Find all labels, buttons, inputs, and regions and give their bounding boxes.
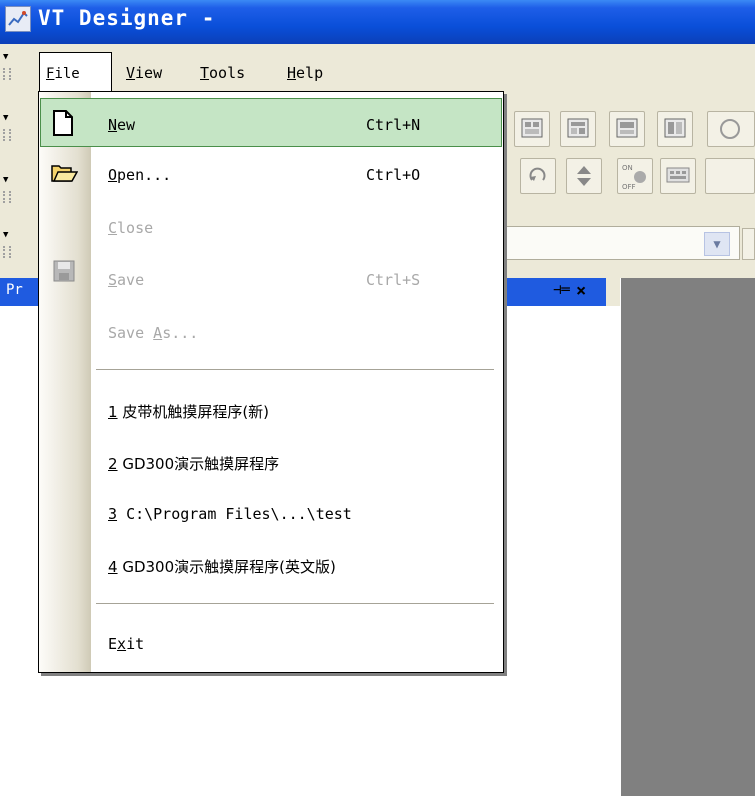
menu-tools[interactable]: Tools — [200, 55, 245, 91]
menu-item-label: New — [108, 116, 136, 134]
menu-item-shortcut: Ctrl+N — [366, 116, 421, 134]
app-icon[interactable] — [5, 6, 31, 32]
svg-text:OFF: OFF — [622, 183, 636, 191]
on-off-switch-icon[interactable]: ON OFF — [617, 158, 653, 194]
toolbar-grip[interactable]: ▼ — [2, 230, 12, 266]
screen-tool-icon[interactable] — [514, 111, 550, 147]
menu-separator — [96, 369, 494, 370]
toolbar-grip[interactable]: ▼ — [2, 175, 12, 211]
menu-separator — [96, 603, 494, 604]
menu-item-label: Save As... — [108, 324, 199, 342]
chevron-down-icon[interactable]: ▼ — [704, 232, 730, 256]
menu-item-label: Save — [108, 271, 145, 289]
menu-item-shortcut: Ctrl+S — [366, 271, 421, 289]
panel-title: Pr — [6, 282, 23, 298]
keypad-icon[interactable] — [660, 158, 696, 194]
menu-view[interactable]: View — [126, 55, 162, 91]
menu-item-label: Close — [108, 219, 154, 237]
screen-tool-icon[interactable] — [609, 111, 645, 147]
menu-bar — [0, 44, 755, 90]
menu-item-label: 3 C:\Program Files\...\test — [108, 505, 352, 523]
toolbar-grip[interactable]: ▼ — [2, 113, 12, 149]
screen-tool-icon[interactable] — [560, 111, 596, 147]
menu-item-label: 1 皮带机触摸屏程序(新) — [108, 403, 270, 421]
open-folder-icon — [50, 161, 79, 189]
rotate-icon[interactable] — [520, 158, 556, 194]
menu-item-shortcut: Ctrl+O — [366, 166, 421, 184]
menu-file[interactable]: File — [39, 52, 112, 92]
window-title: VT Designer - — [38, 6, 216, 30]
menu-item-label: Exit — [108, 635, 145, 653]
toolbar-grip[interactable]: ▼ — [2, 52, 12, 88]
new-document-icon — [52, 110, 74, 140]
svg-text:ON: ON — [622, 164, 633, 172]
close-icon[interactable]: × — [576, 281, 586, 301]
save-disk-icon — [53, 260, 75, 286]
screen-tool-icon[interactable] — [657, 111, 693, 147]
work-area — [620, 278, 755, 796]
up-down-icon[interactable] — [566, 158, 602, 194]
pin-icon[interactable]: ⊣═ — [553, 282, 570, 298]
menu-help[interactable]: Help — [287, 55, 323, 91]
menu-file-label: File — [46, 66, 80, 82]
tool-icon[interactable] — [705, 158, 755, 194]
menu-item-label: 4 GD300演示触摸屏程序(英文版) — [108, 558, 336, 576]
tool-icon[interactable] — [707, 111, 755, 147]
menu-item-label: Open... — [108, 166, 172, 184]
toolbar-button[interactable] — [742, 228, 755, 260]
menu-item-label: 2 GD300演示触摸屏程序 — [108, 455, 280, 473]
